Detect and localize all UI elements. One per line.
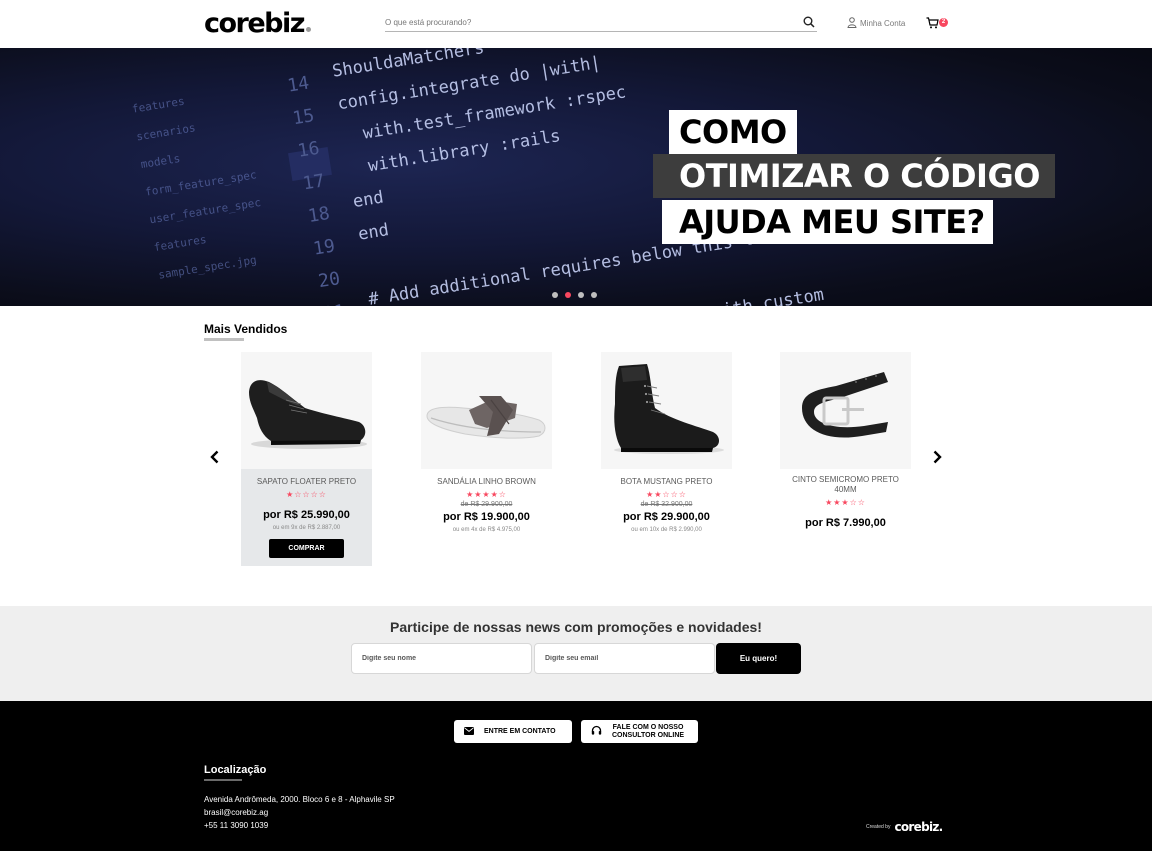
product-card[interactable]: CINTO SEMICROMO PRETO 40MM ★★★☆☆ por R$ … [780, 352, 911, 566]
star-empty-icon: ☆ [302, 490, 311, 499]
star-empty-icon: ☆ [498, 490, 507, 499]
rating-stars: ★☆☆☆☆ [241, 490, 372, 500]
product-old-price: de R$ 29.900,00 [460, 501, 513, 508]
product-price: por R$ 19.900,00 [443, 511, 530, 523]
product-price: por R$ 7.990,00 [805, 517, 886, 529]
product-image[interactable] [780, 352, 911, 469]
product-installment: ou em 9x de R$ 2.887,00 [272, 525, 341, 531]
product-card[interactable]: SAPATO FLOATER PRETO ★☆☆☆☆ por R$ 25.990… [241, 352, 372, 566]
star-filled-icon: ★ [286, 490, 295, 499]
carousel-prev-arrow-icon[interactable] [207, 449, 223, 465]
address-text: Avenida Andrômeda, 2000. Bloco 6 e 8 - A… [204, 795, 395, 804]
headset-icon [591, 725, 602, 738]
corebiz-logo[interactable]: corebiz [204, 8, 311, 39]
search-icon[interactable] [803, 15, 817, 29]
site-footer: ENTRE EM CONTATO FALE COM O NOSSO CONSULT… [0, 701, 1152, 851]
star-empty-icon: ☆ [678, 490, 687, 499]
newsletter-title: Participe de nossas news com promoções e… [390, 619, 762, 635]
star-empty-icon: ☆ [310, 490, 319, 499]
buy-button[interactable]: COMPRAR [269, 539, 344, 558]
product-price: por R$ 29.900,00 [623, 511, 710, 523]
star-filled-icon: ★ [482, 490, 491, 499]
star-empty-icon: ☆ [662, 490, 671, 499]
carousel-dot[interactable] [578, 292, 584, 298]
contact-label: ENTRE EM CONTATO [484, 727, 556, 735]
search-input[interactable] [385, 13, 785, 32]
corebiz-footer-logo: corebiz. [894, 820, 943, 834]
section-title: Mais Vendidos [204, 322, 288, 336]
rating-stars: ★★☆☆☆ [601, 490, 732, 500]
star-empty-icon: ☆ [670, 490, 679, 499]
cart-button[interactable]: 2 [926, 16, 950, 30]
star-filled-icon: ★ [466, 490, 475, 499]
location-underline [204, 779, 242, 781]
product-name: SANDÁLIA LINHO BROWN [437, 477, 536, 486]
product-installment: ou em 4x de R$ 4.975,00 [452, 527, 521, 533]
rating-stars: ★★★☆☆ [780, 498, 911, 508]
consultant-button[interactable]: FALE COM O NOSSO CONSULTOR ONLINE [581, 720, 698, 743]
created-by[interactable]: Created by corebiz. [866, 820, 943, 834]
newsletter-name-input[interactable] [351, 643, 532, 674]
email-text[interactable]: brasil@corebiz.ag [204, 806, 395, 819]
product-card[interactable]: SANDÁLIA LINHO BROWN ★★★★☆ de R$ 29.900,… [421, 352, 552, 566]
product-name: SAPATO FLOATER PRETO [256, 477, 357, 486]
consultant-label: FALE COM O NOSSO CONSULTOR ONLINE [612, 723, 685, 739]
hero-banner[interactable]: features scenarios models form_feature_s… [0, 48, 1152, 306]
star-empty-icon: ☆ [318, 490, 327, 499]
product-name: CINTO SEMICROMO PRETO 40MM [792, 475, 899, 494]
carousel-dot[interactable] [591, 292, 597, 298]
product-old-price: de R$ 32.900,00 [640, 501, 693, 508]
hero-title-line-2: OTIMIZAR O CÓDIGO [653, 154, 1055, 198]
star-empty-icon: ☆ [849, 498, 858, 507]
mail-icon [464, 726, 474, 737]
newsletter-submit-button[interactable]: Eu quero! [716, 643, 801, 674]
search-bar [385, 12, 817, 32]
section-underline [204, 338, 244, 341]
product-image[interactable] [601, 352, 732, 469]
newsletter-section: Participe de nossas news com promoções e… [0, 606, 1152, 701]
hero-title-line-1: COMO [669, 110, 797, 154]
carousel-dot[interactable] [552, 292, 558, 298]
product-name: BOTA MUSTANG PRETO [620, 477, 713, 486]
product-price: por R$ 25.990,00 [263, 509, 350, 521]
star-filled-icon: ★ [825, 498, 834, 507]
phone-text[interactable]: +55 11 3090 1039 [204, 819, 395, 832]
account-label: Minha Conta [860, 19, 906, 28]
star-empty-icon: ☆ [857, 498, 866, 507]
created-by-label: Created by [866, 824, 891, 830]
star-filled-icon: ★ [841, 498, 850, 507]
product-card[interactable]: BOTA MUSTANG PRETO ★★☆☆☆ de R$ 32.900,00… [601, 352, 732, 566]
product-installment: ou em 10x de R$ 2.990,00 [631, 527, 702, 533]
location-title: Localização [204, 764, 267, 776]
cart-icon [926, 16, 939, 33]
rating-stars: ★★★★☆ [421, 490, 552, 500]
user-icon [847, 17, 857, 30]
location-info: Avenida Andrômeda, 2000. Bloco 6 e 8 - A… [204, 793, 395, 832]
product-image[interactable] [241, 352, 372, 469]
hero-title-line-3: AJUDA MEU SITE? [662, 200, 993, 244]
carousel-dots [552, 292, 597, 298]
star-filled-icon: ★ [646, 490, 655, 499]
cart-count-badge: 2 [939, 18, 948, 27]
carousel-dot[interactable] [565, 292, 571, 298]
newsletter-email-input[interactable] [534, 643, 715, 674]
star-filled-icon: ★ [490, 490, 499, 499]
site-header: corebiz Minha Conta 2 [0, 0, 1152, 48]
contact-button[interactable]: ENTRE EM CONTATO [454, 720, 572, 743]
product-image[interactable] [421, 352, 552, 469]
carousel-next-arrow-icon[interactable] [929, 449, 945, 465]
account-link[interactable]: Minha Conta [847, 17, 905, 30]
